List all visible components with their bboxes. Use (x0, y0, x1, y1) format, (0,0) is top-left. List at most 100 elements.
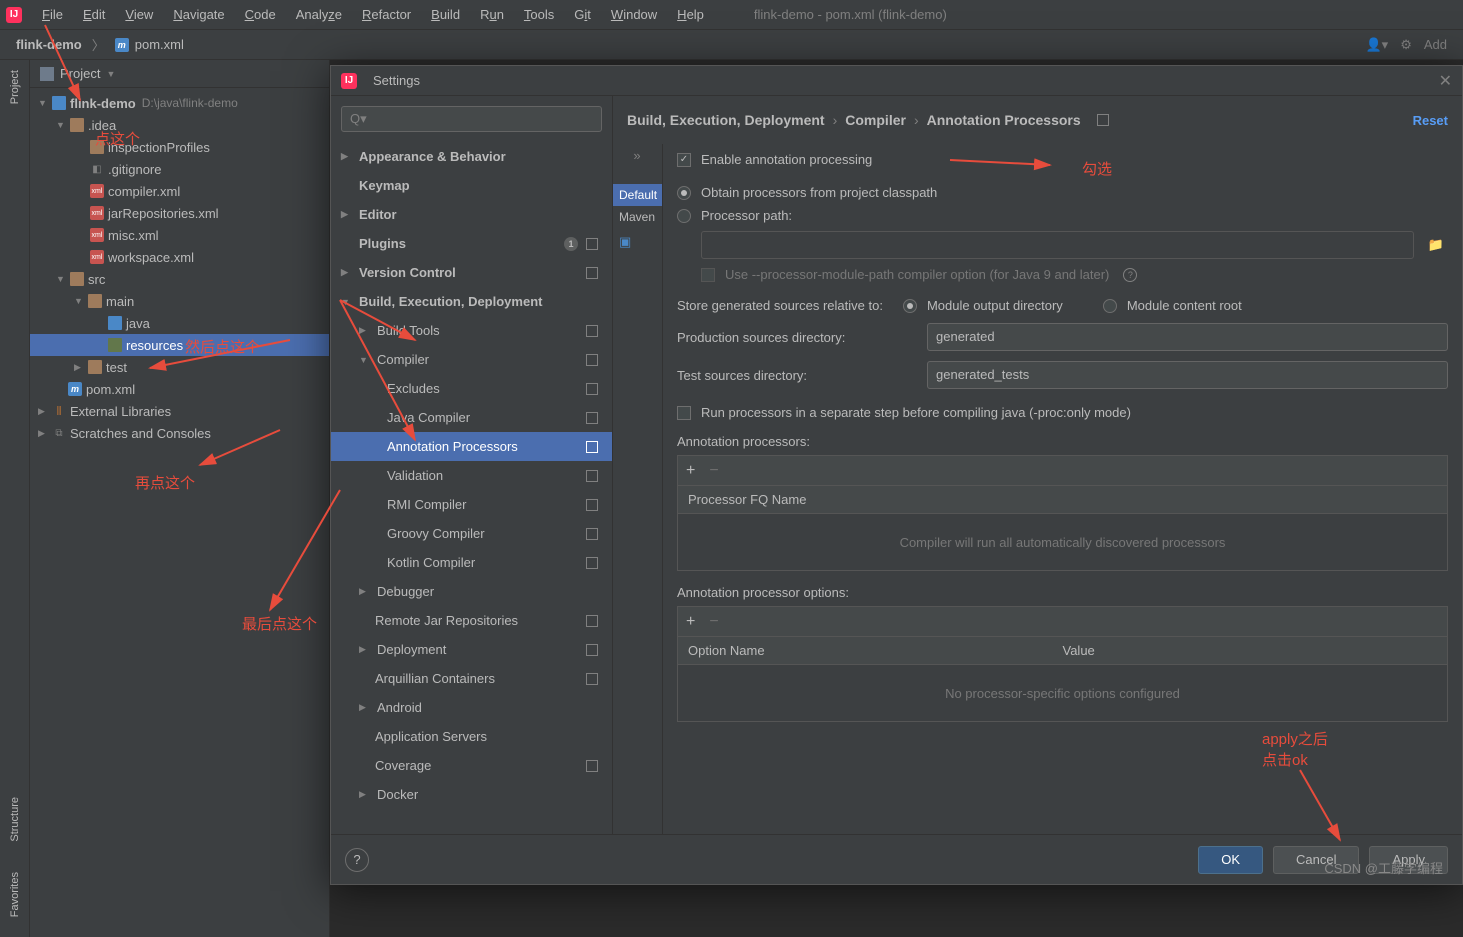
remove-processor-button[interactable]: − (709, 462, 718, 480)
collapse-icon[interactable]: » (627, 148, 647, 163)
watermark: CSDN @工藤学编程 (1324, 858, 1443, 877)
cat-javacompiler[interactable]: Java Compiler (331, 403, 612, 432)
run-separate-checkbox[interactable] (677, 406, 691, 420)
menu-help[interactable]: Help (667, 7, 714, 22)
tree-item[interactable]: xmljarRepositories.xml (30, 202, 329, 224)
menu-file[interactable]: File (32, 7, 73, 22)
settings-categories: Q▾ ▶Appearance & Behavior Keymap ▶Editor… (331, 96, 613, 834)
user-icon[interactable]: 👤▾ (1365, 37, 1388, 53)
cat-appservers[interactable]: Application Servers (331, 722, 612, 751)
tree-item[interactable]: xmlworkspace.xml (30, 246, 329, 268)
tree-src[interactable]: ▼src (30, 268, 329, 290)
tree-item[interactable]: ◧.gitignore (30, 158, 329, 180)
project-panel-header[interactable]: Project ▼ (30, 60, 329, 88)
close-icon[interactable]: ✕ (1439, 71, 1452, 91)
proddir-input[interactable]: generated (927, 323, 1448, 351)
search-input[interactable]: Q▾ (341, 106, 602, 132)
menu-run[interactable]: Run (470, 7, 514, 22)
processor-path-radio[interactable] (677, 209, 691, 223)
mod-content-radio[interactable] (1103, 299, 1117, 313)
obtain-label: Obtain processors from project classpath (701, 185, 937, 200)
breadcrumb-file[interactable]: pom.xml (135, 37, 184, 52)
maven-file-icon: m (115, 38, 129, 52)
cat-compiler[interactable]: ▼Compiler (331, 345, 612, 374)
tree-root[interactable]: ▼flink-demoD:\java\flink-demo (30, 92, 329, 114)
profile-default[interactable]: Default (613, 184, 662, 206)
structure-tool-tab[interactable]: Structure (9, 797, 21, 842)
tree-external-libs[interactable]: ▶⫼External Libraries (30, 400, 329, 422)
project-tool-tab[interactable]: Project (9, 70, 21, 104)
favorites-tool-tab[interactable]: Favorites (9, 872, 21, 917)
menu-tools[interactable]: Tools (514, 7, 564, 22)
cat-deployment[interactable]: ▶Deployment (331, 635, 612, 664)
cat-excludes[interactable]: Excludes (331, 374, 612, 403)
tree-item[interactable]: xmlcompiler.xml (30, 180, 329, 202)
tree-item[interactable]: xmlmisc.xml (30, 224, 329, 246)
cat-coverage[interactable]: Coverage (331, 751, 612, 780)
cat-rmi[interactable]: RMI Compiler (331, 490, 612, 519)
cat-plugins[interactable]: Plugins1 (331, 229, 612, 258)
tree-resources[interactable]: resources (30, 334, 329, 356)
add-config[interactable]: Add (1424, 37, 1447, 52)
ok-button[interactable]: OK (1198, 846, 1263, 874)
reset-link[interactable]: Reset (1413, 113, 1448, 128)
cat-keymap[interactable]: Keymap (331, 171, 612, 200)
menu-view[interactable]: View (115, 7, 163, 22)
menu-analyze[interactable]: Analyze (286, 7, 352, 22)
cat-validation[interactable]: Validation (331, 461, 612, 490)
build-icon[interactable]: ⚙ (1400, 37, 1412, 53)
project-panel-title: Project (60, 66, 100, 81)
cat-appearance[interactable]: ▶Appearance & Behavior (331, 142, 612, 171)
menu-edit[interactable]: Edit (73, 7, 115, 22)
cat-vcs[interactable]: ▶Version Control (331, 258, 612, 287)
tree-java[interactable]: java (30, 312, 329, 334)
menu-window[interactable]: Window (601, 7, 667, 22)
mod-output-radio[interactable] (903, 299, 917, 313)
proddir-label: Production sources directory: (677, 330, 907, 345)
tree-pom[interactable]: mpom.xml (30, 378, 329, 400)
processor-table[interactable]: Processor FQ Name Compiler will run all … (677, 485, 1448, 571)
browse-icon[interactable]: 📁 (1424, 233, 1448, 257)
cat-bed[interactable]: ▼Build, Execution, Deployment (331, 287, 612, 316)
breadcrumb-project[interactable]: flink-demo (16, 37, 82, 52)
menu-navigate[interactable]: Navigate (163, 7, 234, 22)
enable-annotation-checkbox[interactable] (677, 153, 691, 167)
menu-git[interactable]: Git (564, 7, 601, 22)
chevron-right-icon: 〉 (92, 35, 105, 54)
menu-build[interactable]: Build (421, 7, 470, 22)
cat-docker[interactable]: ▶Docker (331, 780, 612, 809)
profile-maven[interactable]: Maven (613, 206, 662, 228)
cat-remotejar[interactable]: Remote Jar Repositories (331, 606, 612, 635)
tree-main[interactable]: ▼main (30, 290, 329, 312)
processor-path-input[interactable] (701, 231, 1414, 259)
cat-annotation[interactable]: Annotation Processors (331, 432, 612, 461)
cat-kotlin[interactable]: Kotlin Compiler (331, 548, 612, 577)
tree-test[interactable]: ▶test (30, 356, 329, 378)
cat-debugger[interactable]: ▶Debugger (331, 577, 612, 606)
profile-module-icon[interactable]: ▣ (613, 234, 662, 250)
cat-buildtools[interactable]: ▶Build Tools (331, 316, 612, 345)
cat-editor[interactable]: ▶Editor (331, 200, 612, 229)
obtain-classpath-radio[interactable] (677, 186, 691, 200)
cat-android[interactable]: ▶Android (331, 693, 612, 722)
tree-idea[interactable]: ▼.idea (30, 114, 329, 136)
menu-code[interactable]: Code (235, 7, 286, 22)
optname-header: Option Name (688, 643, 1063, 658)
menubar: IJ File Edit View Navigate Code Analyze … (0, 0, 1463, 30)
cat-groovy[interactable]: Groovy Compiler (331, 519, 612, 548)
remove-option-button[interactable]: − (709, 613, 718, 631)
testdir-label: Test sources directory: (677, 368, 907, 383)
add-option-button[interactable]: + (686, 613, 695, 631)
help-icon[interactable]: ? (1123, 268, 1137, 282)
project-tree[interactable]: ▼flink-demoD:\java\flink-demo ▼.idea ins… (30, 88, 329, 937)
menu-refactor[interactable]: Refactor (352, 7, 421, 22)
dropdown-icon[interactable]: ▼ (106, 69, 115, 79)
testdir-input[interactable]: generated_tests (927, 361, 1448, 389)
add-processor-button[interactable]: + (686, 462, 695, 480)
cat-arquillian[interactable]: Arquillian Containers (331, 664, 612, 693)
tree-item[interactable]: inspectionProfiles (30, 136, 329, 158)
tree-scratches[interactable]: ▶⧉Scratches and Consoles (30, 422, 329, 444)
help-button[interactable]: ? (345, 848, 369, 872)
options-table[interactable]: Option NameValue No processor-specific o… (677, 636, 1448, 722)
use-module-checkbox[interactable] (701, 268, 715, 282)
